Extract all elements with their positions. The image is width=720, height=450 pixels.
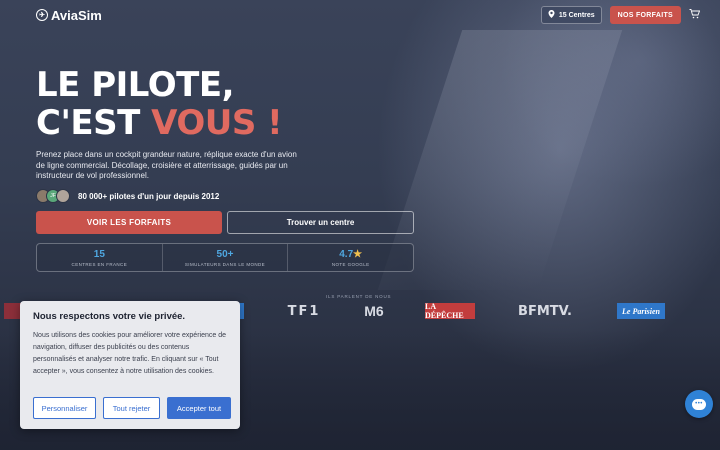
trouver-centre-button[interactable]: Trouver un centre [227,211,414,234]
stat-label: NOTE GOOGLE [331,261,370,267]
tout-rejeter-button[interactable]: Tout rejeter [103,397,160,419]
stat-value: 4.7★ [339,249,362,260]
social-proof: JF 80 000+ pilotes d'un jour depuis 2012 [36,189,219,203]
stat-value: 15 [93,248,105,260]
top-nav-actions: 15 Centres NOS FORFAITS [540,6,701,24]
stat-value: 50+ [216,248,234,260]
social-proof-text: 80 000+ pilotes d'un jour depuis 2012 [78,191,220,201]
cookie-actions: Personnaliser Tout rejeter Accepter tout [33,397,231,419]
plane-logo-icon: ✈ [36,9,48,21]
press-logo-bfmtv: BFMTV. [518,303,572,319]
press-logo-tf1: TF1 [287,303,321,319]
voir-forfaits-button[interactable]: VOIR LES FORFAITS [36,211,222,234]
stat-simulateurs: 50+ SIMULATEURS DANS LE MONDE [163,244,289,271]
avatar-group: JF [36,189,70,203]
stat-label: SIMULATEURS DANS LE MONDE [184,261,266,267]
stats-bar: 15 CENTRES EN FRANCE 50+ SIMULATEURS DAN… [36,243,414,272]
avatar [56,189,70,203]
press-logo-le-parisien: Le Parisien [617,303,665,319]
cookie-body: Nous utilisons des cookies pour améliore… [33,332,226,375]
hero-subtext: Prenez place dans un cockpit grandeur na… [36,150,297,180]
hero-headline: LE PILOTE, C'EST VOUS ! [36,65,283,143]
press-logo-m6: M6 [364,303,384,319]
logo-text: AviaSim [51,7,102,23]
headline-line-1: LE PILOTE, [36,65,235,105]
press-logo-la-depeche: LA DÉPÊCHE [425,302,475,320]
star-icon: ★ [353,248,363,260]
headline-accent: VOUS ! [151,103,283,143]
top-nav: ✈ AviaSim 15 Centres NOS FORFAITS [0,0,720,30]
personnaliser-button[interactable]: Personnaliser [33,397,96,419]
headline-line-2: C'EST VOUS ! [36,103,283,143]
stat-centres: 15 CENTRES EN FRANCE [37,244,163,271]
headline-line-2-a: C'EST [36,103,152,143]
location-pin-icon [548,10,555,20]
cookie-banner: Nous respectons votre vie privée. Nous u… [20,301,240,429]
nos-forfaits-button[interactable]: NOS FORFAITS [609,6,681,24]
chat-button[interactable]: ••• [685,390,713,418]
logo[interactable]: ✈ AviaSim [36,8,102,23]
press-logo-partial [706,303,720,319]
centres-button[interactable]: 15 Centres [540,6,602,24]
press-label: ILS PARLENT DE NOUS [326,294,392,299]
stat-google: 4.7★ NOTE GOOGLE [288,244,413,271]
accepter-tout-button[interactable]: Accepter tout [167,397,231,419]
rating-value: 4.7 [339,248,354,260]
cookie-title: Nous respectons votre vie privée. [33,311,186,322]
chat-bubble-icon: ••• [692,398,706,410]
cart-icon[interactable] [689,8,701,22]
stat-label: CENTRES EN FRANCE [71,261,128,267]
centres-label: 15 Centres [558,11,595,19]
